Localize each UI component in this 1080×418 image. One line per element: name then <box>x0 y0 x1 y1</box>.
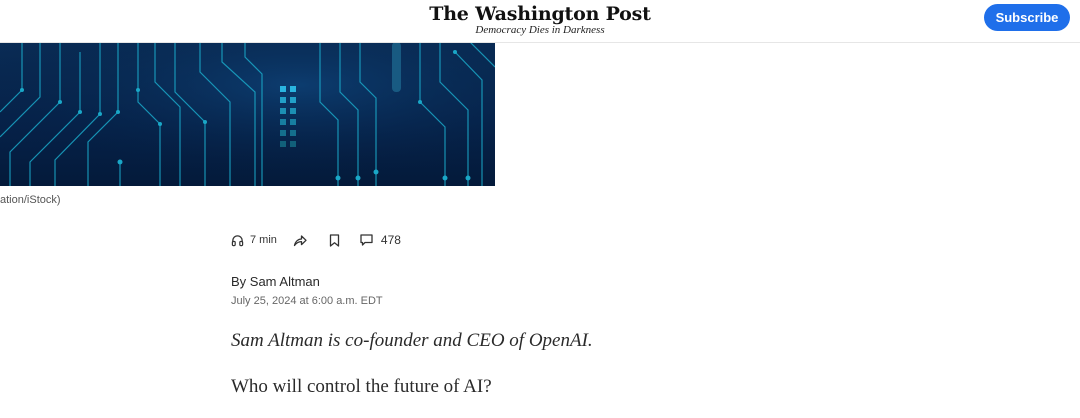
share-icon <box>293 234 307 246</box>
article-paragraph: Who will control the future of AI? <box>231 376 492 397</box>
article-toolbar: 7 min 478 <box>231 230 401 250</box>
share-button[interactable] <box>293 234 307 247</box>
bookmark-icon <box>329 233 340 247</box>
author-byline[interactable]: By Sam Altman <box>231 274 320 289</box>
publish-date: July 25, 2024 at 6:00 a.m. EDT <box>231 295 383 307</box>
listen-time: 7 min <box>250 234 277 246</box>
listen-button[interactable]: 7 min <box>231 234 277 247</box>
circuit-illustration <box>0 42 495 186</box>
comments-count: 478 <box>380 233 401 247</box>
comments-button[interactable]: 478 <box>360 233 401 247</box>
site-header: The Washington Post Democracy Dies in Da… <box>0 0 1080 43</box>
subscribe-button[interactable]: Subscribe <box>984 4 1070 31</box>
site-logo[interactable]: The Washington Post <box>0 3 1080 25</box>
author-note: Sam Altman is co-founder and CEO of Open… <box>231 330 593 351</box>
headphones-icon <box>231 234 244 246</box>
site-tagline: Democracy Dies in Darkness <box>475 24 605 36</box>
hero-image <box>0 42 495 186</box>
masthead[interactable]: The Washington Post Democracy Dies in Da… <box>0 3 1080 36</box>
comment-icon <box>360 234 373 246</box>
image-caption: ation/iStock) <box>0 194 61 206</box>
save-button[interactable] <box>329 233 340 247</box>
